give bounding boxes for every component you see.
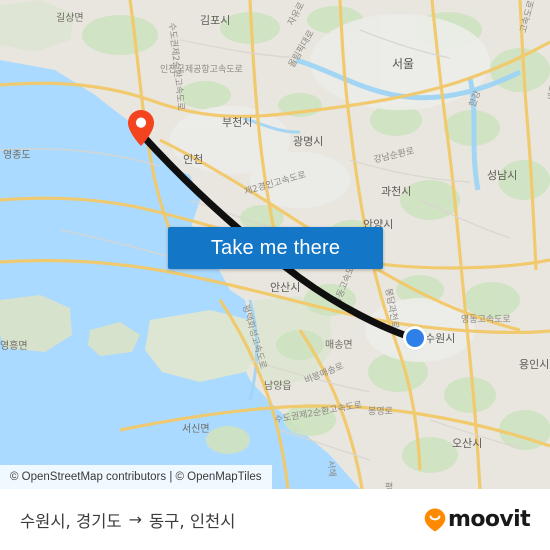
moovit-wordmark: moovit bbox=[448, 507, 531, 532]
arrow-right-icon: → bbox=[128, 509, 142, 529]
destination-pin-icon bbox=[128, 110, 154, 146]
trip-summary: 수원시, 경기도 → 동구, 인천시 bbox=[20, 508, 235, 532]
trip-destination-label: 동구, 인천시 bbox=[148, 511, 236, 531]
moovit-logo[interactable]: moovit bbox=[424, 507, 531, 532]
moovit-pin-icon bbox=[424, 508, 446, 531]
map-attribution[interactable]: © OpenStreetMap contributors | © OpenMap… bbox=[0, 465, 272, 489]
trip-origin-label: 수원시, 경기도 bbox=[20, 511, 122, 531]
take-me-there-button[interactable]: Take me there bbox=[168, 227, 383, 269]
moovit-trip-map-screen: 길상면김포시자유로올림픽대로서울고속도로세종포천고속도로인천국제공항고속도로수도… bbox=[0, 0, 550, 550]
destination-pin[interactable] bbox=[128, 110, 154, 146]
origin-dot[interactable] bbox=[403, 326, 427, 350]
map-container[interactable]: 길상면김포시자유로올림픽대로서울고속도로세종포천고속도로인천국제공항고속도로수도… bbox=[0, 0, 550, 489]
trip-footer: 수원시, 경기도 → 동구, 인천시 moovit bbox=[0, 489, 550, 550]
